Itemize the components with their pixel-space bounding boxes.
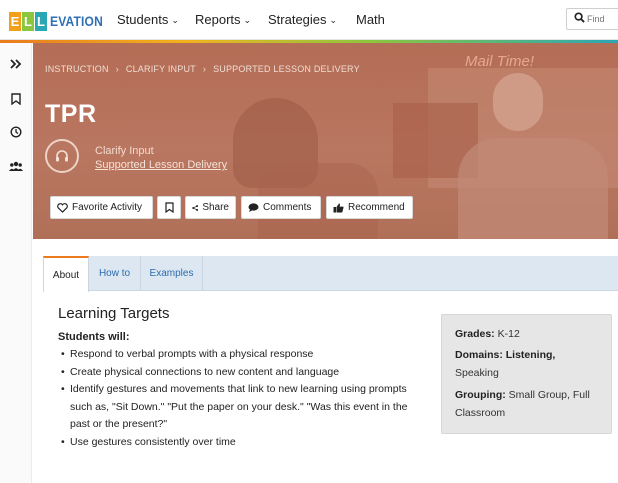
thumbs-up-icon	[333, 202, 344, 212]
learning-targets-heading: Learning Targets	[58, 305, 170, 322]
search-icon	[574, 12, 585, 23]
headphones-icon	[45, 139, 79, 173]
favorite-activity-button[interactable]: Favorite Activity	[50, 196, 153, 219]
content-tabs: About How to Examples	[43, 256, 618, 292]
nav-strategies[interactable]: Strategies ⌄	[268, 12, 337, 27]
learning-targets-list: Respond to verbal prompts with a physica…	[58, 346, 418, 451]
chevron-down-icon: ⌄	[243, 15, 252, 25]
breadcrumb: INSTRUCTION › CLARIFY INPUT › SUPPORTED LESS…	[45, 64, 360, 74]
nav-strategies-label: Strategies	[268, 12, 327, 27]
heart-icon	[57, 202, 68, 213]
tab-examples[interactable]: Examples	[141, 256, 203, 291]
teacher-head	[493, 73, 543, 131]
students-will-label: Students will:	[58, 331, 130, 343]
grades-label: Grades:	[455, 328, 495, 340]
share-button[interactable]: Share	[185, 196, 236, 219]
expand-icon[interactable]	[0, 53, 32, 75]
hero-banner: Mail Time! INSTRUCTION › CLARIFY INPUT › SUP…	[33, 43, 618, 239]
list-item: Create physical connections to new conte…	[58, 364, 418, 382]
top-navigation-bar: E L L EVATION Students ⌄ Reports ⌄ Strateg…	[0, 0, 618, 40]
recommend-button[interactable]: Recommend	[326, 196, 413, 219]
comments-button[interactable]: Comments	[241, 196, 321, 219]
category-label: Clarify Input	[95, 145, 154, 157]
share-label: Share	[202, 202, 229, 213]
breadcrumb-instruction[interactable]: INSTRUCTION	[45, 64, 109, 74]
breadcrumb-supported-lesson-delivery[interactable]: SUPPORTED LESSON DELIVERY	[213, 64, 360, 74]
tab-about[interactable]: About	[43, 256, 89, 292]
speech-bubble-icon	[248, 203, 259, 212]
logo-letter-e: E	[9, 11, 21, 31]
nav-math-label: Math	[356, 12, 385, 27]
tab-examples-label: Examples	[149, 268, 194, 279]
chevron-down-icon: ⌄	[171, 15, 179, 25]
search-box[interactable]	[566, 8, 618, 30]
list-item: Respond to verbal prompts with a physica…	[58, 346, 418, 364]
grouping-label: Grouping:	[455, 389, 506, 401]
chevron-down-icon: ⌄	[329, 15, 338, 25]
nav-students[interactable]: Students ⌄	[117, 12, 179, 27]
logo-letter-l1: L	[22, 11, 34, 31]
activity-info-panel: Grades: K-12 Domains: Listening, Speakin…	[441, 314, 612, 434]
ellevation-logo[interactable]: E L L EVATION	[9, 11, 112, 31]
grouping-line: Grouping: Small Group, Full	[455, 389, 590, 401]
comments-label: Comments	[263, 202, 312, 213]
grades-line: Grades: K-12	[455, 328, 520, 340]
logo-wordmark: EVATION	[50, 13, 103, 29]
grouping-value: Small Group, Full	[505, 389, 590, 401]
tab-about-label: About	[52, 269, 80, 281]
list-item: Identify gestures and movements that lin…	[58, 381, 418, 434]
nav-math[interactable]: Math	[356, 12, 385, 27]
nav-students-label: Students	[117, 12, 169, 27]
background-sign: Mail Time!	[465, 53, 535, 70]
logo-letter-l2: L	[35, 11, 47, 31]
list-item: Use gestures consistently over time	[58, 434, 418, 452]
left-rail	[0, 43, 32, 483]
recommend-label: Recommend	[348, 202, 405, 213]
nav-reports-label: Reports	[195, 12, 241, 27]
favorite-activity-label: Favorite Activity	[72, 202, 143, 213]
domains-line: Domains: Listening,	[455, 349, 555, 361]
grades-value: K-12	[494, 328, 520, 340]
tab-how-to[interactable]: How to	[89, 256, 141, 291]
breadcrumb-separator: ›	[115, 64, 119, 74]
group-icon[interactable]	[0, 155, 32, 177]
share-icon	[192, 204, 199, 211]
bookmark-icon	[164, 202, 174, 213]
page-title: TPR	[45, 100, 97, 128]
breadcrumb-separator: ›	[202, 64, 207, 74]
grouping-value-continued: Classroom	[455, 407, 506, 419]
bookmark-button[interactable]	[157, 196, 181, 219]
search-input[interactable]	[587, 12, 618, 26]
bookmark-icon[interactable]	[0, 88, 32, 110]
tab-how-to-label: How to	[98, 268, 131, 279]
history-icon[interactable]	[0, 121, 32, 143]
domains-value: Speaking	[455, 367, 499, 379]
breadcrumb-clarify-input[interactable]: CLARIFY INPUT	[126, 64, 196, 74]
domains-label: Domains: Listening,	[455, 349, 556, 361]
nav-reports[interactable]: Reports ⌄	[195, 12, 251, 27]
subcategory-link[interactable]: Supported Lesson Delivery	[95, 159, 227, 171]
teacher-body	[458, 138, 608, 239]
